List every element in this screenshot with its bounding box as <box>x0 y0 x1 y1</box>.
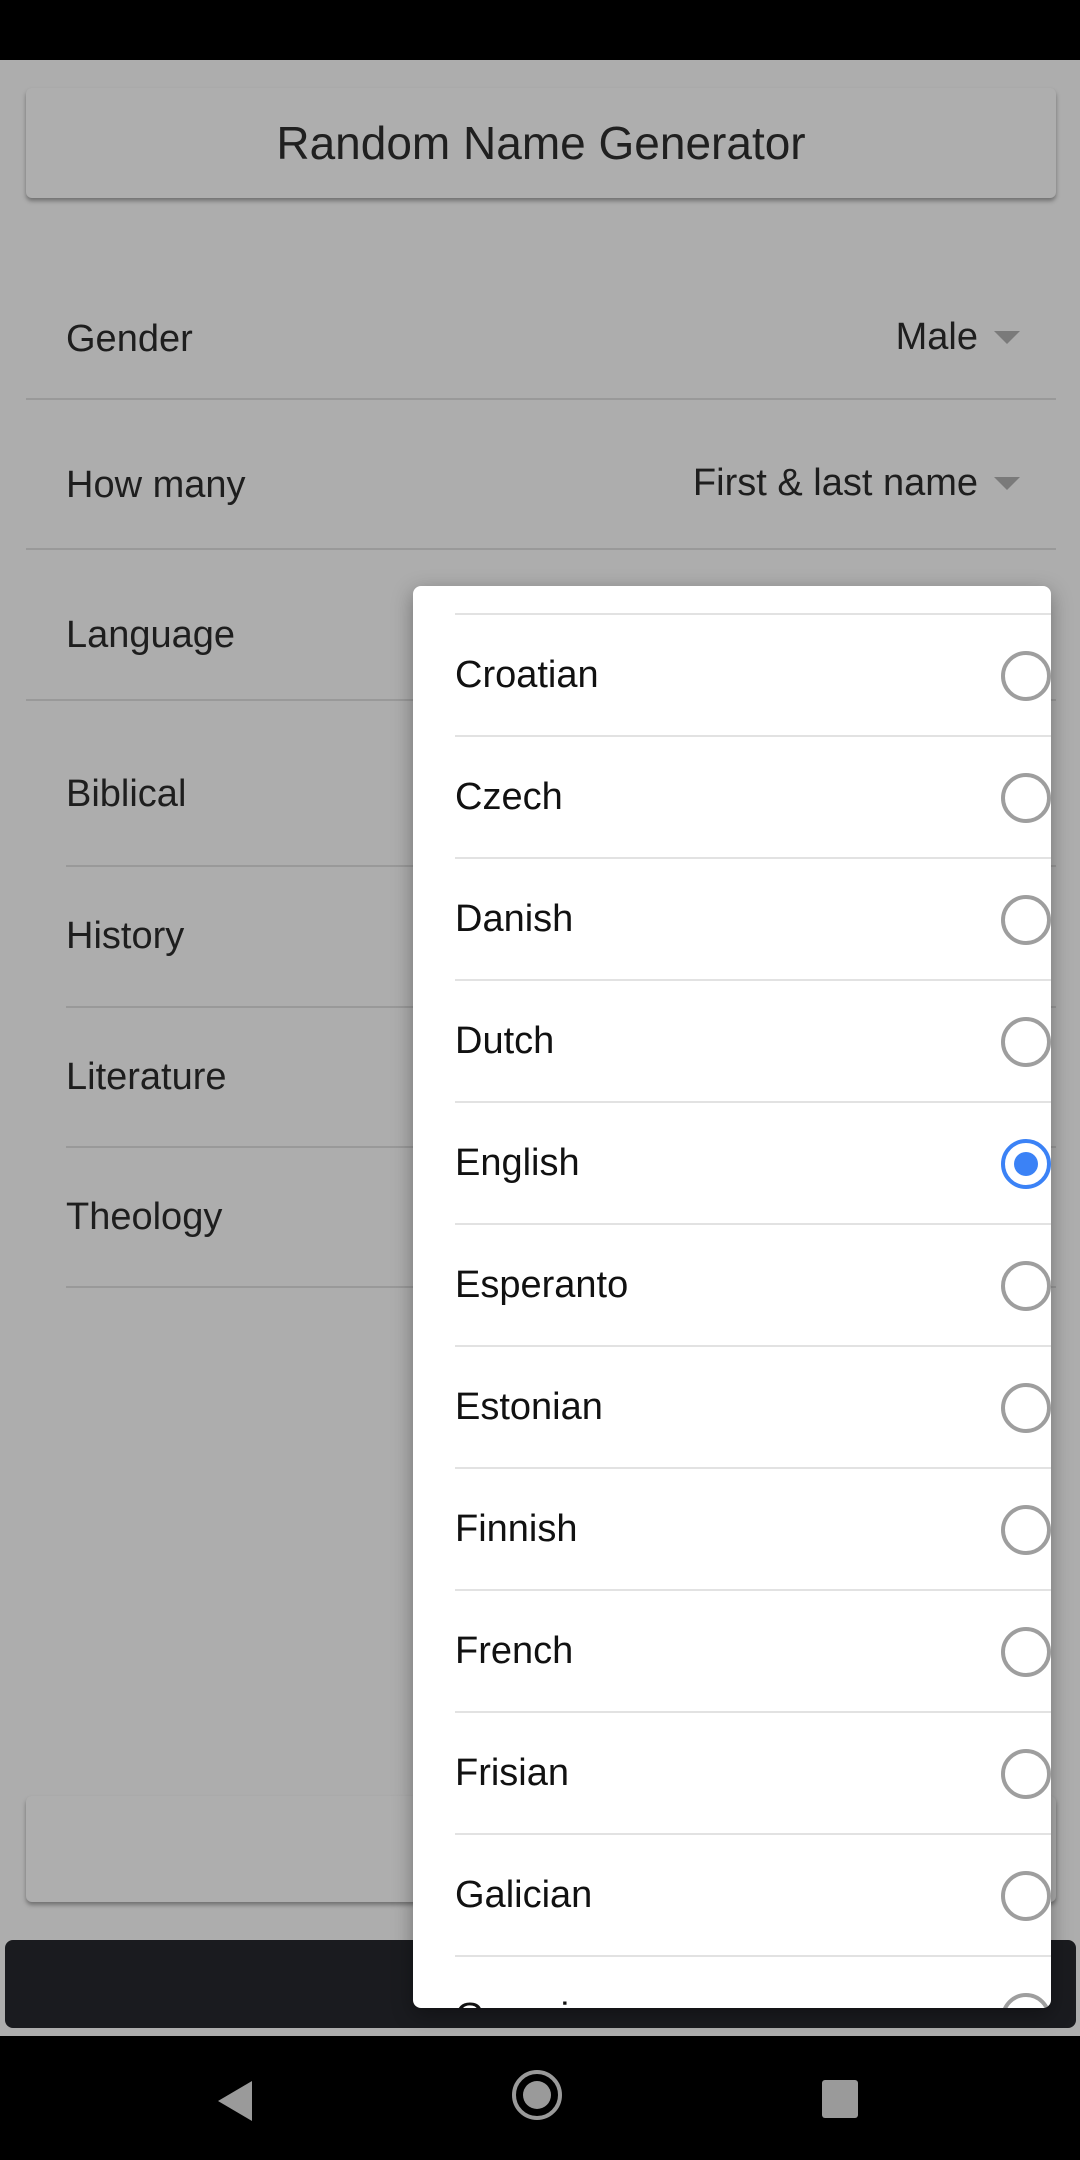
app-title: Random Name Generator <box>276 117 806 169</box>
radio-unselected-icon[interactable] <box>1001 1383 1051 1433</box>
language-option-label: English <box>455 1142 580 1184</box>
how-many-dropdown[interactable]: First & last name <box>693 462 1020 505</box>
how-many-row[interactable]: How many First & last name <box>26 398 1056 550</box>
radio-unselected-icon[interactable] <box>1001 1261 1051 1311</box>
language-option-dutch[interactable]: Dutch <box>455 979 1051 1101</box>
language-option-esperanto[interactable]: Esperanto <box>455 1223 1051 1345</box>
language-option-label: Georgian <box>455 1957 611 2008</box>
language-option-frisian[interactable]: Frisian <box>455 1711 1051 1833</box>
language-option-label: Frisian <box>455 1752 570 1794</box>
radio-unselected-icon[interactable] <box>1001 1871 1051 1921</box>
radio-unselected-icon[interactable] <box>1001 1627 1051 1677</box>
language-option-label: Finnish <box>455 1508 578 1550</box>
recent-apps-icon[interactable] <box>822 2080 858 2118</box>
radio-unselected-icon[interactable] <box>1001 773 1051 823</box>
radio-unselected-icon[interactable] <box>1001 1749 1051 1799</box>
category-label: Literature <box>66 1056 227 1098</box>
caret-down-icon <box>994 331 1020 344</box>
language-option-czech[interactable]: Czech <box>455 735 1051 857</box>
app-title-bar: Random Name Generator <box>26 88 1056 198</box>
language-option-label: Danish <box>455 898 574 940</box>
status-bar <box>0 0 1080 60</box>
back-icon[interactable] <box>218 2081 252 2121</box>
home-icon[interactable] <box>512 2070 562 2120</box>
language-option-estonian[interactable]: Estonian <box>455 1345 1051 1467</box>
gender-dropdown[interactable]: Male <box>896 316 1020 359</box>
category-label: Biblical <box>66 773 187 815</box>
language-options-list[interactable]: Croatian Czech Danish Dutch English Esperanto… <box>455 613 1051 2008</box>
gender-value: Male <box>895 316 978 358</box>
language-label: Language <box>66 614 236 656</box>
how-many-label: How many <box>66 464 246 506</box>
radio-unselected-icon[interactable] <box>1001 1993 1051 2008</box>
language-option-label: French <box>455 1630 574 1672</box>
radio-unselected-icon[interactable] <box>1001 895 1051 945</box>
category-label: Theology <box>66 1196 223 1238</box>
language-option-croatian[interactable]: Croatian <box>455 613 1051 735</box>
language-option-label: Croatian <box>455 654 599 696</box>
language-option-french[interactable]: French <box>455 1589 1051 1711</box>
language-picker-dialog: Croatian Czech Danish Dutch English Esperanto… <box>413 586 1051 2008</box>
caret-down-icon <box>994 477 1020 490</box>
language-option-danish[interactable]: Danish <box>455 857 1051 979</box>
language-option-label: Esperanto <box>455 1264 629 1306</box>
gender-label: Gender <box>66 318 193 360</box>
language-option-label: Dutch <box>455 1020 555 1062</box>
radio-unselected-icon[interactable] <box>1001 1017 1051 1067</box>
language-option-galician[interactable]: Galician <box>455 1833 1051 1955</box>
language-option-finnish[interactable]: Finnish <box>455 1467 1051 1589</box>
language-option-label: Galician <box>455 1874 593 1916</box>
radio-unselected-icon[interactable] <box>1001 651 1051 701</box>
language-option-label: Czech <box>455 776 563 818</box>
category-label: History <box>66 915 185 957</box>
gender-row[interactable]: Gender Male <box>26 290 1056 400</box>
language-option-label: Estonian <box>455 1386 603 1428</box>
how-many-value: First & last name <box>692 462 978 504</box>
language-option-english[interactable]: English <box>455 1101 1051 1223</box>
radio-unselected-icon[interactable] <box>1001 1505 1051 1555</box>
language-option-georgian[interactable]: Georgian <box>455 1955 1051 2008</box>
radio-selected-icon[interactable] <box>1001 1139 1051 1189</box>
